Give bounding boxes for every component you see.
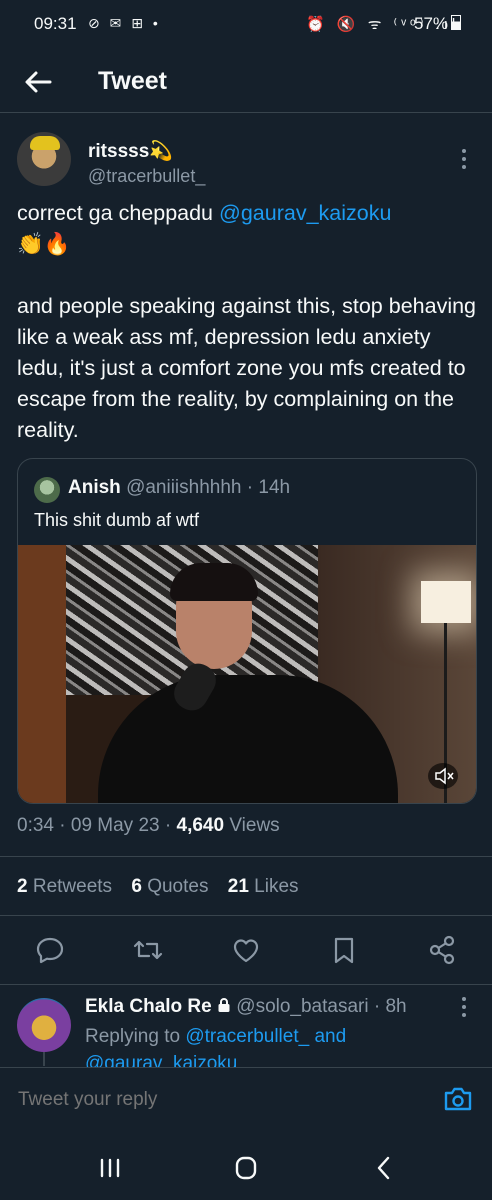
lock-icon [217,996,231,1017]
reply-icon[interactable] [30,930,70,970]
meta-divider [0,856,492,857]
engagement-stats: 2 Retweets 6 Quotes 21 Likes [17,876,299,898]
views-count: 4,640 [176,815,225,836]
thread-line [43,1052,45,1066]
tweet-text-line: correct ga cheppadu [17,201,219,225]
author-display-name[interactable]: ritssss💫 [88,139,173,163]
reply-mention-1[interactable]: @tracerbullet_ [185,1026,309,1047]
ring-light [421,581,471,623]
back-arrow-icon[interactable] [22,66,54,98]
more-options-icon[interactable] [452,146,476,172]
quoted-display-name: Anish [68,477,121,498]
reply-input[interactable] [16,1084,420,1116]
reply-composer [0,1068,492,1130]
actions-divider [0,984,492,985]
mute-icon[interactable] [428,763,458,789]
avatar-cap [30,136,60,150]
like-heart-icon[interactable] [226,930,266,970]
reply-more-options-icon[interactable] [452,994,476,1020]
person-hair [170,563,258,601]
tweet-meta: 0:34 · 09 May 23 · 4,640 Views [17,815,280,836]
share-icon[interactable] [422,930,462,970]
home-icon[interactable] [226,1150,266,1186]
status-time: 09:31 [34,14,77,33]
author-avatar[interactable] [17,132,71,186]
page-title: Tweet [98,67,167,95]
tweet-date: 09 May 23 [70,815,160,836]
bookmark-icon[interactable] [324,930,364,970]
reply-author-row: Ekla Chalo Re @solo_batasari · 8h [85,996,407,1017]
author-handle[interactable]: @tracerbullet_ [88,166,205,187]
quoted-author-row: Anish @aniiishhhhh · 14h [68,477,291,498]
reply-age: 8h [385,996,407,1017]
quoted-text: This shit dumb af wtf [34,510,200,530]
tweet-time: 0:34 [17,815,54,836]
quotes-stat[interactable]: 6 Quotes [131,876,208,897]
video-thumbnail[interactable] [18,545,476,803]
retweets-stat[interactable]: 2 Retweets [17,876,112,897]
reply-handle[interactable]: @solo_batasari [236,996,368,1017]
quoted-tweet[interactable]: Anish @aniiishhhhh · 14h This shit dumb … [17,458,477,804]
tweet-paragraph: and people speaking against this, stop b… [17,294,477,442]
back-nav-icon[interactable] [364,1150,404,1186]
stats-divider [0,915,492,916]
recent-apps-icon[interactable] [90,1150,130,1186]
header-divider [0,112,492,113]
quoted-handle: @aniiishhhhh [126,477,242,498]
tweet-text: correct ga cheppadu @gaurav_kaizoku 👏🔥 a… [17,198,479,446]
reply-mention-2[interactable]: @gaurav_kaizoku [85,1053,237,1067]
top-app-bar: Tweet [0,52,492,112]
retweet-icon[interactable] [128,930,168,970]
notification-icons: ⊘ ✉ ⊞ • [88,15,161,31]
quoted-age: 14h [258,477,291,498]
battery-level: 57% [414,14,462,34]
status-bar: 09:31 ⊘ ✉ ⊞ • ⏰ 🔇 ᯤ ⁽ᵛᵒ⁾ .ıl 57% [0,0,492,52]
reply-author-avatar[interactable] [17,998,71,1052]
replying-to: Replying to @tracerbullet_ and @gaurav_k… [85,1023,465,1067]
camera-icon[interactable] [442,1084,474,1114]
wall-shelf [18,545,66,803]
likes-stat[interactable]: 21 Likes [228,876,299,897]
battery-icon [451,15,462,30]
tweet-emojis: 👏🔥 [17,232,71,256]
views-label: Views [229,815,280,836]
quoted-author-avatar [34,477,60,503]
reply-display-name[interactable]: Ekla Chalo Re [85,996,212,1017]
mention-link[interactable]: @gaurav_kaizoku [219,201,391,225]
